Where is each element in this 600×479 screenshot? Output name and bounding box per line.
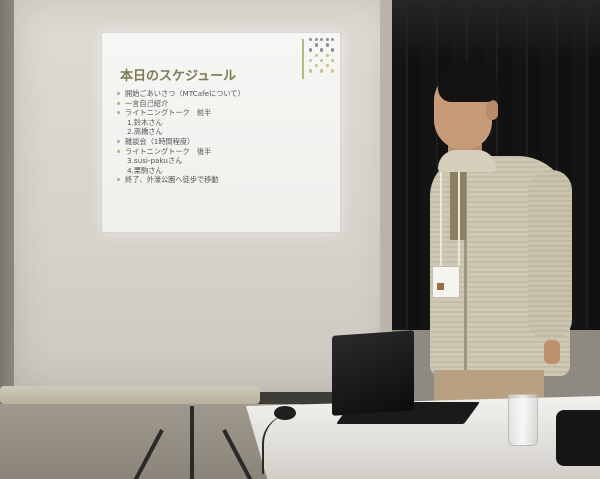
sweater-collar [438, 150, 496, 172]
mouse [274, 406, 296, 420]
schedule-item: 開始ごあいさつ（MTCafeについて） [116, 89, 245, 99]
presenter-hair [438, 60, 498, 102]
slide-dot [320, 58, 324, 63]
slide-dot [314, 64, 318, 68]
schedule-item: ライトニングトーク 後半 [116, 147, 245, 157]
slide-dot [309, 69, 313, 73]
slide-dot [325, 53, 329, 57]
black-bag [556, 410, 600, 466]
schedule-subitem: 3.susi-pakuさん [127, 156, 183, 166]
schedule-item: 雑談会（1時間程度） [116, 137, 245, 147]
presenter-hand [544, 340, 560, 364]
slide-dot [309, 58, 313, 63]
presenter-arm [528, 170, 572, 340]
slide-dot [309, 38, 313, 42]
slide-dot [331, 58, 335, 63]
slide-accent-rule [302, 39, 304, 79]
slide-dot [325, 38, 329, 42]
projected-slide: 本日のスケジュール 開始ごあいさつ（MTCafeについて） 一言自己紹介 ライトニン… [102, 33, 340, 232]
slide-dot [314, 38, 318, 42]
photo-scene: 本日のスケジュール 開始ごあいさつ（MTCafeについて） 一言自己紹介 ライトニン… [0, 0, 600, 479]
slide-dot [331, 38, 335, 42]
slide-title: 本日のスケジュール [120, 69, 237, 84]
slide-dot [314, 53, 318, 57]
schedule-list: 開始ごあいさつ（MTCafeについて） 一言自己紹介 ライトニングトーク 前半 1.鈴… [116, 89, 245, 185]
slide-dot [331, 48, 335, 52]
schedule-subitem: 2.高橋さん [127, 127, 163, 137]
name-badge [432, 266, 460, 298]
presenter-ear [486, 100, 498, 120]
water-glass [508, 394, 538, 446]
lanyard [440, 170, 460, 270]
laptop-lid [332, 330, 414, 416]
schedule-item: 終了、外濠公園へ徒歩で移動 [116, 175, 245, 185]
slide-dot [320, 69, 324, 73]
slide-dot-pattern-icon [309, 38, 339, 78]
schedule-item: ライトニングトーク 前半 [116, 108, 245, 118]
slide-dot [320, 48, 324, 52]
schedule-item: 一言自己紹介 [116, 99, 245, 109]
slide-dot [325, 43, 329, 47]
railing [0, 386, 260, 404]
slide-dot [320, 38, 324, 42]
slide-dot [309, 48, 313, 52]
slide-dot [331, 69, 335, 73]
slide-dot [314, 43, 318, 47]
schedule-subitem: 4.栗駒さん [127, 165, 163, 175]
slide-dot [325, 64, 329, 68]
tripod-stand [190, 406, 194, 479]
schedule-subitem: 1.鈴木さん [127, 117, 163, 127]
